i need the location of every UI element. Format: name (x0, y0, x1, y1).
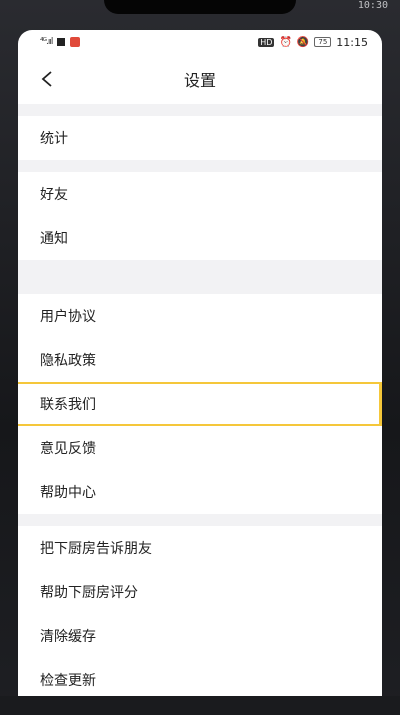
menu-item-notifications[interactable]: 通知 (18, 216, 382, 260)
notification-square-icon (57, 38, 66, 46)
group-separator (18, 514, 382, 526)
settings-screen: ⁴ᴳ.ııl HD ⏰ 🔕 75 11:15 设置 统计 好友 通知 用户协议 … (18, 30, 382, 696)
bell-off-icon: 🔕 (296, 36, 310, 48)
status-right: HD ⏰ 🔕 75 11:15 (258, 36, 368, 49)
back-button[interactable] (32, 64, 62, 94)
chevron-left-icon (41, 71, 52, 87)
menu-item-clear-cache[interactable]: 清除缓存 (18, 614, 382, 658)
battery-icon: 75 (314, 37, 332, 47)
menu-item-friends[interactable]: 好友 (18, 172, 382, 216)
menu-item-help-center[interactable]: 帮助中心 (18, 470, 382, 514)
menu-item-user-agreement[interactable]: 用户协议 (18, 294, 382, 338)
signal-icon: ⁴ᴳ.ııl (40, 37, 53, 47)
group-separator (18, 160, 382, 172)
navigation-bar: 设置 (18, 54, 382, 104)
page-title: 设置 (183, 71, 216, 90)
menu-item-share-app[interactable]: 把下厨房告诉朋友 (18, 526, 382, 570)
status-left: ⁴ᴳ.ııl (40, 37, 81, 47)
menu-item-statistics[interactable]: 统计 (18, 116, 382, 160)
group-separator (18, 260, 382, 294)
menu-item-rate-app[interactable]: 帮助下厨房评分 (18, 570, 382, 614)
menu-item-privacy-policy[interactable]: 隐私政策 (18, 338, 382, 382)
bezel-time: 10:30 (357, 0, 388, 11)
app-notification-icon (70, 37, 81, 47)
phone-notch (104, 0, 296, 14)
phone-bottom-bezel (0, 696, 400, 715)
status-bar: ⁴ᴳ.ııl HD ⏰ 🔕 75 11:15 (18, 30, 382, 54)
hd-badge: HD (258, 37, 275, 47)
group-separator (18, 104, 382, 116)
phone-frame: 10:30 ⁴ᴳ.ııl HD ⏰ 🔕 75 11:15 设置 统计 好友 通知… (0, 0, 400, 715)
menu-item-contact-us[interactable]: 联系我们 (18, 382, 382, 426)
alarm-icon: ⏰ (279, 36, 292, 48)
status-time: 11:15 (336, 35, 368, 49)
menu-item-feedback[interactable]: 意见反馈 (18, 426, 382, 470)
menu-item-check-update[interactable]: 检查更新 (18, 658, 382, 696)
